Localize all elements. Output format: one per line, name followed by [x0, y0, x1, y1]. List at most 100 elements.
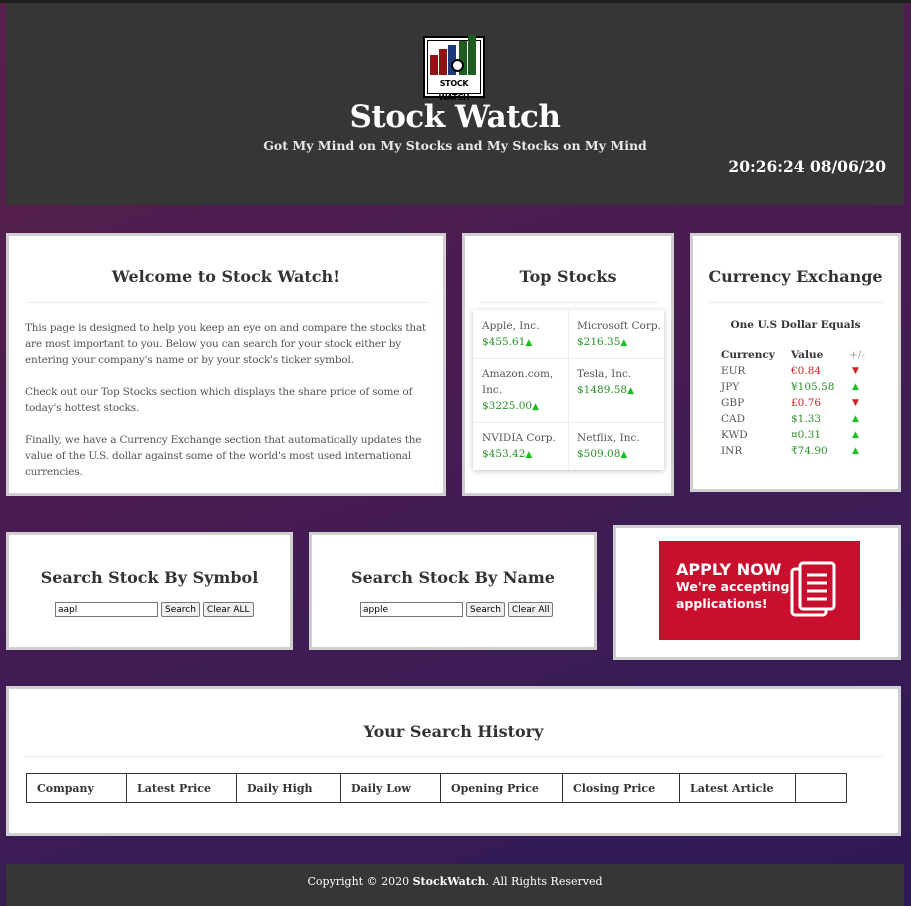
copyright-suffix: . All Rights Reserved [485, 875, 603, 888]
currency-heading: Currency Exchange [708, 267, 883, 286]
search-name-heading: Search Stock By Name [351, 568, 555, 587]
currency-value: £0.76 [791, 397, 822, 409]
stock-item[interactable]: Microsoft Corp. $216.35▲ [577, 318, 663, 351]
stock-name: Microsoft Corp. [577, 320, 661, 332]
divider [26, 302, 429, 303]
currency-card: Currency Exchange One U.S Dollar Equals … [690, 233, 901, 492]
apply-now-banner[interactable]: APPLY NOW We're accepting applications! [659, 541, 860, 640]
column-header: +/- [849, 349, 865, 361]
stock-name: Apple, Inc. [482, 320, 540, 332]
welcome-paragraph: Check out our Top Stocks section which d… [25, 386, 413, 414]
down-arrow-icon: ▼ [852, 366, 859, 376]
stock-watch-logo: STOCK WATCH [423, 35, 485, 102]
logo-caption: STOCK WATCH [430, 77, 478, 102]
search-symbol-card: Search Stock By Symbol Search Clear ALL [6, 532, 293, 650]
column-header: Latest Price [126, 773, 237, 803]
welcome-paragraph: This page is designed to help you keep a… [25, 322, 427, 366]
currency-code: GBP [721, 397, 745, 409]
up-arrow-icon: ▲ [620, 338, 628, 348]
up-arrow-icon: ▲ [627, 386, 635, 396]
divider [480, 302, 658, 303]
site-header: STOCK WATCH Stock Watch Got My Mind on M… [6, 3, 904, 205]
divider [708, 302, 883, 303]
symbol-search-input[interactable] [55, 602, 158, 617]
apply-card: APPLY NOW We're accepting applications! [613, 525, 901, 660]
column-header: Latest Article [679, 773, 796, 803]
symbol-search-button[interactable]: Search [161, 602, 200, 617]
stock-price: $1489.58 [577, 384, 628, 396]
column-header: Daily High [236, 773, 341, 803]
up-arrow-icon: ▲ [525, 450, 533, 460]
search-history-table: Company Latest Price Daily High Daily Lo… [26, 773, 847, 803]
symbol-clear-all-button[interactable]: Clear ALL [202, 602, 254, 617]
currency-code: INR [721, 445, 743, 457]
watch-icon [451, 59, 464, 72]
stock-name: Netflix, Inc. [577, 432, 640, 444]
up-arrow-icon: ▲ [525, 338, 533, 348]
search-history-card: Your Search History Company Latest Price… [6, 686, 901, 836]
name-clear-all-button[interactable]: Clear All [507, 602, 554, 617]
column-header: Currency [721, 349, 775, 361]
currency-subheading: One U.S Dollar Equals [730, 319, 861, 331]
up-arrow-icon: ▲ [532, 402, 540, 412]
apply-headline: APPLY NOW [676, 560, 782, 579]
top-stocks-heading: Top Stocks [519, 267, 617, 286]
footer-brand: StockWatch [412, 875, 486, 888]
stock-item[interactable]: Tesla, Inc. $1489.58▲ [577, 366, 663, 399]
clock-display: 20:26:24 08/06/20 [728, 157, 886, 176]
up-arrow-icon: ▲ [852, 414, 859, 424]
column-header: Closing Price [562, 773, 680, 803]
currency-code: EUR [721, 365, 746, 377]
column-header: Value [791, 349, 824, 361]
copyright-text: Copyright © 2020 [307, 875, 413, 888]
stock-name: NVIDIA Corp. [482, 432, 556, 444]
up-arrow-icon: ▲ [852, 430, 859, 440]
apply-text: applications! [676, 596, 768, 611]
currency-value: ¤0.31 [791, 429, 822, 441]
up-arrow-icon: ▲ [852, 446, 859, 456]
stock-item[interactable]: NVIDIA Corp. $453.42▲ [482, 430, 566, 463]
stock-price: $453.42 [482, 448, 526, 460]
stock-price: $216.35 [577, 336, 621, 348]
up-arrow-icon: ▲ [620, 450, 628, 460]
currency-value: €0.84 [791, 365, 822, 377]
currency-value: $1.33 [791, 413, 822, 425]
name-search-input[interactable] [360, 602, 463, 617]
stock-name: Amazon.com, Inc. [482, 368, 554, 396]
stock-item[interactable]: Netflix, Inc. $509.08▲ [577, 430, 663, 463]
welcome-heading: Welcome to Stock Watch! [111, 267, 341, 286]
top-stocks-grid: Apple, Inc. $455.61▲ Microsoft Corp. $21… [473, 310, 664, 470]
search-symbol-heading: Search Stock By Symbol [40, 568, 259, 587]
stock-price: $455.61 [482, 336, 526, 348]
table-header-row: Company Latest Price Daily High Daily Lo… [26, 773, 847, 803]
search-name-form: Search Clear All [360, 602, 554, 617]
currency-value: ¥105.58 [791, 381, 835, 393]
apply-text: We're accepting [676, 579, 790, 594]
top-stocks-card: Top Stocks Apple, Inc. $455.61▲ Microsof… [462, 233, 674, 496]
search-history-heading: Your Search History [363, 722, 544, 741]
search-symbol-form: Search Clear ALL [55, 602, 254, 617]
name-search-button[interactable]: Search [466, 602, 505, 617]
stock-name: Tesla, Inc. [577, 368, 632, 380]
column-header: Daily Low [340, 773, 441, 803]
divider [24, 756, 884, 757]
welcome-paragraph: Finally, we have a Currency Exchange sec… [25, 434, 422, 478]
up-arrow-icon: ▲ [852, 382, 859, 392]
site-footer: Copyright © 2020 StockWatch. All Rights … [6, 864, 904, 906]
currency-code: JPY [721, 381, 740, 393]
stock-item[interactable]: Apple, Inc. $455.61▲ [482, 318, 566, 351]
column-header: Company [26, 773, 127, 803]
site-subtitle: Got My Mind on My Stocks and My Stocks o… [263, 138, 647, 153]
column-header: Opening Price [440, 773, 563, 803]
welcome-card: Welcome to Stock Watch! This page is des… [6, 233, 446, 496]
search-name-card: Search Stock By Name Search Clear All [309, 532, 597, 650]
stock-price: $3225.00 [482, 400, 533, 412]
currency-code: CAD [721, 413, 746, 425]
down-arrow-icon: ▼ [852, 398, 859, 408]
stock-price: $509.08 [577, 448, 621, 460]
column-header [795, 773, 847, 803]
currency-value: ₹74.90 [791, 445, 828, 457]
currency-code: KWD [721, 429, 748, 441]
stock-item[interactable]: Amazon.com, Inc. $3225.00▲ [482, 366, 566, 415]
document-icon [790, 561, 836, 617]
